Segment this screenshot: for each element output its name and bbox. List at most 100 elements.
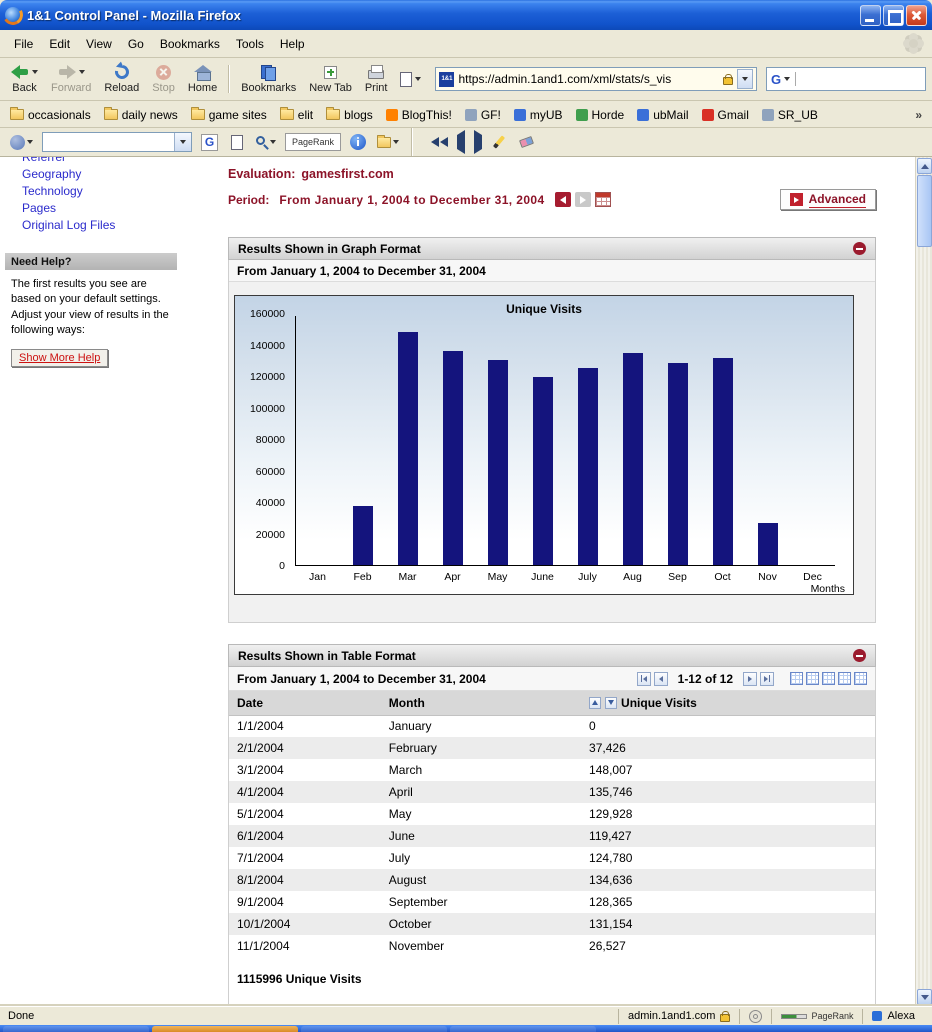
- page-icon: [400, 72, 412, 87]
- view-option-icon[interactable]: [838, 672, 851, 685]
- view-option-icon[interactable]: [822, 672, 835, 685]
- collapse-graph-button[interactable]: [853, 242, 866, 255]
- maximize-button[interactable]: [883, 5, 904, 26]
- bookmarks-overflow-chevron[interactable]: »: [915, 108, 922, 122]
- advanced-button[interactable]: Advanced: [780, 189, 876, 210]
- bookmark-myub[interactable]: myUB: [514, 108, 563, 122]
- url-input[interactable]: https://admin.1and1.com/xml/stats/s_vis: [458, 72, 719, 86]
- bookmark-blogs[interactable]: blogs: [326, 108, 373, 122]
- bookmark-gmail[interactable]: Gmail: [702, 108, 749, 122]
- secure-domain: admin.1and1.com: [628, 1010, 715, 1022]
- extension-menu-button[interactable]: [8, 131, 35, 153]
- calendar-icon[interactable]: [595, 192, 611, 207]
- next-period-button[interactable]: [575, 192, 591, 207]
- proxy-status-icon[interactable]: [749, 1010, 762, 1023]
- sidebar-item-referrer[interactable]: Referrer: [0, 157, 182, 165]
- menu-tools[interactable]: Tools: [228, 33, 272, 55]
- scroll-up-button[interactable]: [917, 158, 932, 174]
- bookmark-occasionals[interactable]: occasionals: [10, 108, 91, 122]
- chart-plot: [295, 316, 835, 566]
- menu-go[interactable]: Go: [120, 33, 152, 55]
- back-button[interactable]: Back: [6, 59, 43, 99]
- column-header-visits[interactable]: Unique Visits: [581, 691, 875, 715]
- forward-step-button[interactable]: [474, 135, 482, 149]
- rewind-all-button[interactable]: [431, 137, 448, 147]
- bookmark-sr-ub[interactable]: SR_UB: [762, 108, 818, 122]
- page-info-button[interactable]: [227, 131, 247, 153]
- menu-file[interactable]: File: [6, 33, 41, 55]
- info-button[interactable]: [348, 131, 368, 153]
- bookmark-game-sites[interactable]: game sites: [191, 108, 267, 122]
- vertical-scrollbar[interactable]: [915, 157, 932, 1006]
- search-engine-dropdown-icon[interactable]: [784, 77, 790, 81]
- pagerank-indicator[interactable]: PageRank: [285, 133, 341, 151]
- menu-edit[interactable]: Edit: [41, 33, 78, 55]
- site-favicon: 1&1: [439, 72, 454, 87]
- combobox-dropdown-button[interactable]: [174, 133, 191, 151]
- show-more-help-button[interactable]: Show More Help: [11, 349, 108, 367]
- scrollbar-thumb[interactable]: [917, 175, 932, 247]
- bookmark-horde[interactable]: Horde: [576, 108, 625, 122]
- bookmark-label: SR_UB: [778, 108, 818, 122]
- url-bar[interactable]: 1&1 https://admin.1and1.com/xml/stats/s_…: [435, 67, 757, 91]
- search-input[interactable]: G: [766, 67, 926, 91]
- taskbar-button[interactable]: [3, 1026, 149, 1032]
- window-title: 1&1 Control Panel - Mozilla Firefox: [27, 8, 854, 23]
- cell-visits: 128,365: [581, 891, 875, 913]
- bookmark-elit[interactable]: elit: [280, 108, 313, 122]
- bookmark-gf[interactable]: GF!: [465, 108, 501, 122]
- bookmark-blogthis[interactable]: BlogThis!: [386, 108, 452, 122]
- pagerank-status[interactable]: PageRank: [781, 1011, 853, 1021]
- taskbar-button[interactable]: [301, 1026, 447, 1032]
- next-page-button[interactable]: [743, 672, 757, 686]
- reload-button[interactable]: Reload: [99, 59, 144, 99]
- column-header-date[interactable]: Date: [229, 691, 381, 715]
- back-label: Back: [12, 82, 36, 94]
- stop-button[interactable]: Stop: [147, 59, 180, 99]
- google-toolbar-button[interactable]: G: [199, 131, 220, 153]
- close-button[interactable]: [906, 5, 927, 26]
- taskbar-button[interactable]: [450, 1026, 596, 1032]
- highlighter-button[interactable]: [489, 131, 509, 153]
- sidebar-item-geography[interactable]: Geography: [0, 165, 182, 182]
- eraser-button[interactable]: [516, 131, 536, 153]
- minimize-button[interactable]: [860, 5, 881, 26]
- sort-descending-icon[interactable]: [605, 697, 617, 709]
- menu-help[interactable]: Help: [272, 33, 313, 55]
- bookmark-label: ubMail: [653, 108, 688, 122]
- bookmark-daily-news[interactable]: daily news: [104, 108, 178, 122]
- view-option-icon[interactable]: [806, 672, 819, 685]
- scroll-down-button[interactable]: [917, 989, 932, 1005]
- extra-tool-button[interactable]: [395, 59, 426, 99]
- rewind-button[interactable]: [457, 135, 465, 149]
- menu-view[interactable]: View: [78, 33, 120, 55]
- previous-period-button[interactable]: [555, 192, 571, 207]
- forward-button[interactable]: Forward: [46, 59, 96, 99]
- first-page-button[interactable]: [637, 672, 651, 686]
- menu-bookmarks[interactable]: Bookmarks: [152, 33, 228, 55]
- search-site-button[interactable]: [254, 131, 278, 153]
- column-header-month[interactable]: Month: [381, 691, 581, 715]
- extension-combobox[interactable]: [42, 132, 192, 152]
- sidebar-item-pages[interactable]: Pages: [0, 199, 182, 216]
- bookmark-label: myUB: [530, 108, 563, 122]
- home-button[interactable]: Home: [183, 59, 222, 99]
- sort-ascending-icon[interactable]: [589, 697, 601, 709]
- view-option-icon[interactable]: [790, 672, 803, 685]
- previous-page-button[interactable]: [654, 672, 668, 686]
- search-text-area[interactable]: [795, 72, 921, 86]
- bookmark-ubmail[interactable]: ubMail: [637, 108, 688, 122]
- print-button[interactable]: Print: [360, 59, 393, 99]
- sidebar-item-technology[interactable]: Technology: [0, 182, 182, 199]
- taskbar-button-active[interactable]: [152, 1026, 298, 1032]
- new-tab-button[interactable]: New Tab: [304, 59, 357, 99]
- view-option-icon[interactable]: [854, 672, 867, 685]
- folder-tools-button[interactable]: [375, 131, 401, 153]
- period-navigation: [555, 192, 611, 207]
- bookmarks-button[interactable]: Bookmarks: [236, 59, 301, 99]
- collapse-table-button[interactable]: [853, 649, 866, 662]
- sidebar-item-original-log-files[interactable]: Original Log Files: [0, 216, 182, 233]
- title-bar: 1&1 Control Panel - Mozilla Firefox: [0, 0, 932, 30]
- last-page-button[interactable]: [760, 672, 774, 686]
- cell-month: October: [381, 913, 581, 935]
